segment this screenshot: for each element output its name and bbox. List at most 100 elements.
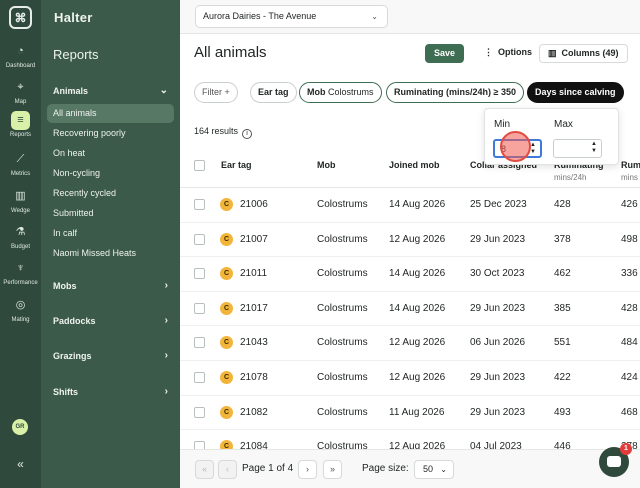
table-row[interactable]: C 21078 Colostrums 12 Aug 2026 29 Jun 2023 42… xyxy=(180,361,640,396)
filter-ear-tag[interactable]: Ear tag xyxy=(250,82,297,103)
prev-page-icon[interactable]: ‹ xyxy=(218,460,237,479)
cell-ear-tag[interactable]: 21082 xyxy=(240,407,268,418)
last-page-icon[interactable]: » xyxy=(323,460,342,479)
sidebar-item-on-heat[interactable]: On heat xyxy=(47,144,174,163)
col-joined-mob[interactable]: Joined mob xyxy=(389,160,440,170)
cell-mob: Colostrums xyxy=(317,233,368,245)
columns-button[interactable]: ▥ Columns (49) xyxy=(539,44,628,63)
gauge-icon: ◔ xyxy=(17,45,24,57)
collapse-icon[interactable]: « xyxy=(0,457,41,471)
row-checkbox[interactable] xyxy=(194,372,205,383)
row-checkbox[interactable] xyxy=(194,337,205,349)
save-button[interactable]: Save xyxy=(425,44,465,63)
row-checkbox[interactable] xyxy=(194,268,205,280)
cell-ruminating-2: 468 xyxy=(621,406,638,418)
status-badge: C xyxy=(220,198,233,211)
status-badge: C xyxy=(220,267,233,281)
filter-days-since-calving[interactable]: Days since calving xyxy=(527,82,624,103)
cell-mob: Colostrums xyxy=(317,268,368,280)
row-checkbox[interactable] xyxy=(194,406,205,418)
halter-logo-icon[interactable]: ⌘ xyxy=(9,6,32,29)
sidebar-item-non-cycling[interactable]: Non-cycling xyxy=(47,164,174,183)
status-badge: C xyxy=(220,371,233,384)
col-mob[interactable]: Mob xyxy=(317,160,336,170)
trophy-icon: ♆ xyxy=(16,262,25,274)
stepper-icon[interactable]: ▲ ▼ xyxy=(530,142,536,156)
page-indicator: Page 1 of 4 xyxy=(242,463,294,474)
first-page-icon[interactable]: « xyxy=(195,460,214,479)
filter-mob[interactable]: Mob Colostrums xyxy=(299,82,382,103)
chevron-down-icon: ⌄ xyxy=(159,85,168,96)
farm-selector[interactable]: Aurora Dairies - The Avenue ⌄ xyxy=(195,5,388,28)
table-row[interactable]: C 21017 Colostrums 14 Aug 2026 29 Jun 2023 38… xyxy=(180,292,640,327)
cell-ear-tag[interactable]: 21043 xyxy=(240,337,268,348)
table-row[interactable]: C 21043 Colostrums 12 Aug 2026 06 Jun 2026 55… xyxy=(180,326,640,361)
table-row[interactable]: C 21011 Colostrums 14 Aug 2026 30 Oct 2023 46… xyxy=(180,257,640,292)
group-animals[interactable]: Animals ⌄ xyxy=(53,85,168,96)
rail-budget[interactable]: ⚗ Budget xyxy=(0,223,41,250)
cell-ear-tag[interactable]: 21017 xyxy=(240,303,268,314)
filter-ruminating[interactable]: Ruminating (mins/24h) ≥ 350 xyxy=(386,82,524,103)
rail-wedge[interactable]: ▥ Wedge xyxy=(0,187,41,214)
group-mobs[interactable]: Mobs › xyxy=(53,280,168,291)
group-paddocks[interactable]: Paddocks › xyxy=(53,315,168,326)
stepper-icon[interactable]: ▲ ▼ xyxy=(591,141,597,155)
chevron-right-icon: › xyxy=(164,280,168,291)
sidebar: Halter Reports Animals ⌄ All animals Reco… xyxy=(41,0,180,488)
chevron-right-icon: › xyxy=(164,315,168,326)
cell-joined-mob: 12 Aug 2026 xyxy=(389,337,446,349)
rail-dashboard[interactable]: ◔ Dashboard xyxy=(0,42,41,69)
rail-map[interactable]: ⌖ Map xyxy=(0,78,41,105)
sidebar-item-submitted[interactable]: Submitted xyxy=(47,204,174,223)
row-checkbox[interactable] xyxy=(194,199,205,210)
rail-reports[interactable]: ≡ Reports xyxy=(0,111,41,138)
info-icon[interactable]: i xyxy=(242,129,253,139)
max-input[interactable]: ▲ ▼ xyxy=(553,139,602,158)
sidebar-item-all-animals[interactable]: All animals xyxy=(47,104,174,123)
page-size-label: Page size: xyxy=(362,463,409,474)
group-shifts[interactable]: Shifts › xyxy=(53,386,168,397)
flask-icon: ⚗ xyxy=(15,226,26,238)
cell-ruminating-2: 426 xyxy=(621,199,638,210)
cell-ear-tag[interactable]: 21011 xyxy=(240,268,267,279)
rail-mating[interactable]: ◎ Mating xyxy=(0,296,41,323)
avatar[interactable]: GR xyxy=(12,419,28,435)
table-row[interactable]: C 21082 Colostrums 11 Aug 2026 29 Jun 2023 49… xyxy=(180,396,640,431)
sidebar-item-in-calf[interactable]: In calf xyxy=(47,224,174,243)
cell-joined-mob: 11 Aug 2026 xyxy=(389,406,445,418)
pagination-bar: « ‹ Page 1 of 4 › » Page size: 50 ⌄ xyxy=(180,449,640,488)
chevron-right-icon: › xyxy=(164,386,168,397)
table-row[interactable]: C 21007 Colostrums 12 Aug 2026 29 Jun 2023 37… xyxy=(180,223,640,258)
cell-joined-mob: 14 Aug 2026 xyxy=(389,199,446,210)
status-badge: C xyxy=(220,301,233,315)
chat-button[interactable]: 1 xyxy=(599,443,632,477)
cell-mob: Colostrums xyxy=(317,302,368,314)
cell-ruminating-2: 428 xyxy=(621,302,638,314)
cell-ear-tag[interactable]: 21078 xyxy=(240,372,268,383)
cell-mob: Colostrums xyxy=(317,199,368,210)
col-ear-tag[interactable]: Ear tag xyxy=(221,160,252,170)
row-checkbox[interactable] xyxy=(194,233,205,245)
sidebar-item-recovering-poorly[interactable]: Recovering poorly xyxy=(47,124,174,143)
rail-metrics[interactable]: ⟋ Metrics xyxy=(0,150,41,177)
add-filter-button[interactable]: Filter + xyxy=(194,82,238,103)
rail-performance[interactable]: ♆ Performance xyxy=(0,259,41,286)
sidebar-item-naomi-missed-heats[interactable]: Naomi Missed Heats xyxy=(47,244,174,263)
select-all-checkbox[interactable] xyxy=(194,160,205,171)
table-row[interactable]: C 21006 Colostrums 14 Aug 2026 25 Dec 2023 42… xyxy=(180,188,640,223)
row-checkbox[interactable] xyxy=(194,302,205,314)
cell-ruminating: 428 xyxy=(554,199,571,210)
next-page-icon[interactable]: › xyxy=(298,460,317,479)
cell-ruminating: 551 xyxy=(554,337,571,349)
col-ruminating-2[interactable]: Rum mins xyxy=(621,160,640,182)
sidebar-item-recently-cycled[interactable]: Recently cycled xyxy=(47,184,174,203)
cell-ruminating: 493 xyxy=(554,406,571,418)
cell-joined-mob: 14 Aug 2026 xyxy=(389,268,446,280)
page-size-select[interactable]: 50 ⌄ xyxy=(414,460,454,479)
cell-collar-assigned: 29 Jun 2023 xyxy=(470,372,526,383)
cell-collar-assigned: 29 Jun 2023 xyxy=(470,302,526,314)
group-grazings[interactable]: Grazings › xyxy=(53,350,168,361)
options-button[interactable]: ⋮ Options xyxy=(476,44,541,63)
cell-ear-tag[interactable]: 21006 xyxy=(240,199,268,210)
cell-ear-tag[interactable]: 21007 xyxy=(240,234,268,245)
